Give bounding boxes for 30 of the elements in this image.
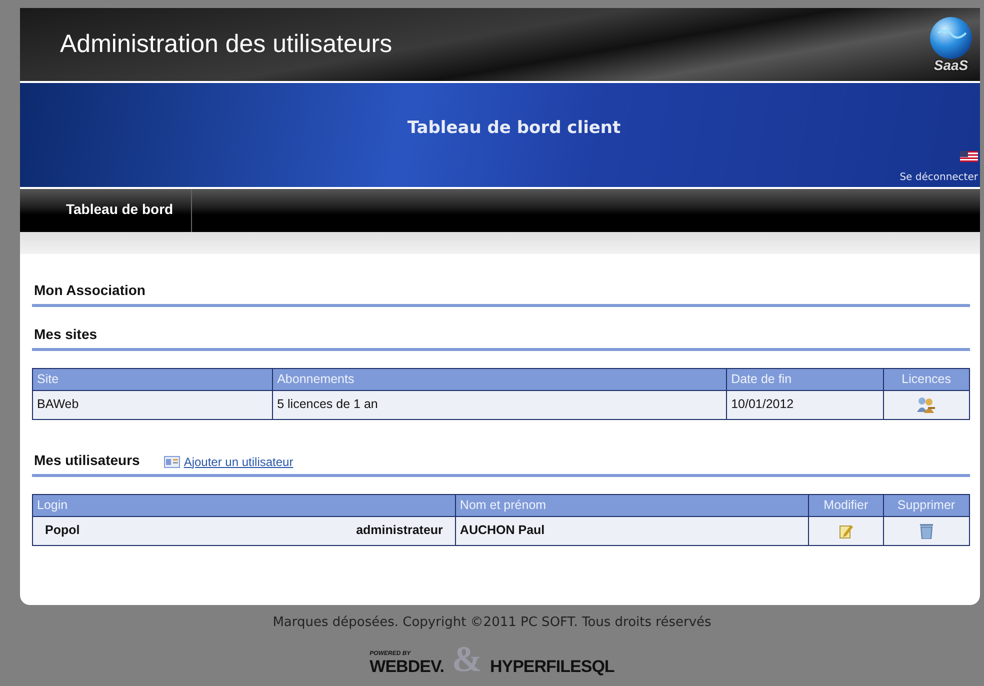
- add-user-link[interactable]: Ajouter un utilisateur: [184, 452, 294, 471]
- section-title: Mon Association: [34, 281, 146, 300]
- brand-logo: WEBDEV.: [370, 656, 444, 676]
- role-text: administrateur: [356, 522, 443, 540]
- flag-icon[interactable]: [960, 151, 978, 162]
- table-cell: BAWeb: [32, 390, 273, 420]
- column-header: Supprimer: [883, 494, 970, 516]
- section-title: Mes sites: [34, 325, 98, 344]
- column-header: Site: [32, 368, 273, 390]
- column-header: Modifier: [808, 494, 884, 516]
- page-title: Administration des utilisateurs: [60, 28, 392, 60]
- login-text: Popol: [45, 522, 80, 540]
- column-header: Nom et prénom: [455, 494, 809, 516]
- table-cell: 10/01/2012: [726, 390, 884, 420]
- trash-icon[interactable]: [920, 522, 933, 539]
- add-user-icon[interactable]: [164, 456, 180, 468]
- copyright-text: Marques déposées. Copyright ©2011 PC SOFT. Tous droits réservés: [272, 615, 712, 630]
- column-header: Login: [32, 494, 456, 516]
- table-cell: AUCHON Paul: [455, 516, 809, 545]
- column-header: Licences: [883, 368, 970, 390]
- users-key-icon[interactable]: [916, 396, 936, 414]
- table-cell: 5 licences de 1 an: [272, 390, 727, 420]
- edit-icon[interactable]: [838, 522, 853, 539]
- section-title: Mes utilisateurs: [34, 450, 140, 470]
- ampersand-logo: &: [452, 640, 482, 676]
- logout-link[interactable]: Se déconnecter: [900, 170, 978, 185]
- brand-logo: HYPERFILESQL: [490, 656, 614, 676]
- column-header: Abonnements: [272, 368, 727, 390]
- column-header: Date de fin: [726, 368, 884, 390]
- dashboard-title: Tableau de bord client: [407, 117, 621, 140]
